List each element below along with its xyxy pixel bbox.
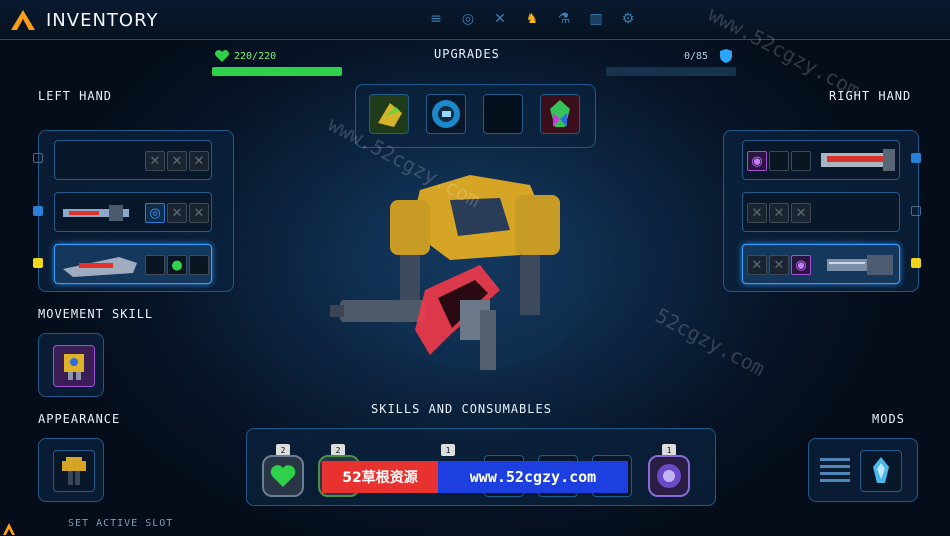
mod-slot-empty <box>769 151 789 171</box>
footer-hint: SET ACTIVE SLOT <box>68 518 174 529</box>
upgrades-label: UPGRADES <box>434 47 500 61</box>
mod-slot-locked-icon: ✕ <box>747 203 767 223</box>
left-weapon-slot-3[interactable]: ● <box>54 244 212 284</box>
right-weapon-slot-1[interactable]: ◉ <box>742 140 900 180</box>
health-value: 220/220 <box>234 51 277 62</box>
database-icon[interactable]: ≡ <box>425 8 447 30</box>
footer-logo-icon <box>3 523 15 535</box>
health-heart-icon <box>215 50 229 62</box>
right-slot-2-indicator[interactable] <box>911 206 921 216</box>
green-drop-mod-icon: ● <box>167 255 187 275</box>
mod-slot-locked-icon: ✕ <box>189 151 209 171</box>
repair-heart-icon <box>270 465 296 487</box>
flask-icon[interactable]: ⚗ <box>553 8 575 30</box>
globe-icon[interactable]: ◎ <box>457 8 479 30</box>
game-logo-icon <box>11 10 35 30</box>
upgrade-slot-3-empty[interactable] <box>483 94 523 134</box>
mod-slot-locked-icon: ✕ <box>747 255 767 275</box>
health-bar-fill <box>212 67 342 76</box>
left-slot-3-indicator[interactable] <box>33 258 43 268</box>
crystal-upgrade-icon <box>550 100 570 127</box>
mod-slot-locked-icon: ✕ <box>791 203 811 223</box>
banner-right-text: www.52cgzy.com <box>438 461 628 493</box>
mech-icon[interactable]: ♞ <box>521 8 543 30</box>
right-slot-1-indicator[interactable] <box>911 153 921 163</box>
left-hand-label: LEFT HAND <box>38 89 113 103</box>
right-slot-3-indicator[interactable] <box>911 258 921 268</box>
right-weapon-slot-3[interactable]: ✕ ✕ ◉ <box>742 244 900 284</box>
movement-skill-slot[interactable] <box>53 345 95 387</box>
shield-icon <box>720 49 732 63</box>
blaster-weapon-icon <box>63 205 129 221</box>
purple-mod-icon: ◉ <box>747 151 767 171</box>
mods-list-icon <box>820 458 850 482</box>
banner-left-text: 52草根资源 <box>322 461 438 493</box>
page-title: INVENTORY <box>46 10 159 31</box>
settings-gear-icon[interactable]: ⚙ <box>617 8 639 30</box>
skill-slot-1[interactable] <box>262 455 304 497</box>
jump-jet-skill-icon <box>64 354 84 380</box>
right-weapon-slot-2[interactable]: ✕ ✕ ✕ <box>742 192 900 232</box>
purple-mod-icon: ◉ <box>791 255 811 275</box>
armor-upgrade-icon <box>378 103 402 127</box>
mod-slot-locked-icon: ✕ <box>189 203 209 223</box>
crossed-weapons-icon[interactable]: ✕ <box>489 8 511 30</box>
mod-slot-locked-icon: ✕ <box>769 203 789 223</box>
minigun-weapon-icon <box>827 255 893 275</box>
appearance-slot[interactable] <box>53 450 95 492</box>
shield-value: 0/85 <box>684 51 709 62</box>
mech-skin-icon <box>62 457 86 485</box>
skill-slot-7[interactable] <box>648 455 690 497</box>
mod-slot-active-icon: ◎ <box>145 203 165 223</box>
left-slot-1-indicator[interactable] <box>33 153 43 163</box>
shield-bar <box>606 67 736 76</box>
stats-icon[interactable]: ▥ <box>585 8 607 30</box>
mod-slot-empty <box>791 151 811 171</box>
skill-count-badge: 1 <box>441 444 455 456</box>
left-slot-2-indicator[interactable] <box>33 206 43 216</box>
upgrade-slot-2[interactable] <box>426 94 466 134</box>
left-weapon-slot-1[interactable]: ✕ ✕ ✕ <box>54 140 212 180</box>
mods-label: MODS <box>872 412 905 426</box>
mod-slot-locked-icon: ✕ <box>769 255 789 275</box>
promo-banner: 52草根资源 www.52cgzy.com <box>322 461 628 493</box>
mod-slot-empty <box>189 255 209 275</box>
mod-slot-locked-icon: ✕ <box>167 203 187 223</box>
health-bar <box>212 67 342 76</box>
saw-blade-weapon-icon <box>63 257 137 277</box>
core-upgrade-icon <box>432 100 460 128</box>
railgun-weapon-icon <box>821 149 895 171</box>
mod-slot-locked-icon: ✕ <box>145 151 165 171</box>
mods-slot[interactable] <box>860 450 902 492</box>
skills-consumables-label: SKILLS AND CONSUMABLES <box>371 402 552 416</box>
mod-slot-locked-icon: ✕ <box>167 151 187 171</box>
upgrade-slot-4[interactable] <box>540 94 580 134</box>
mod-crystal-icon <box>873 457 889 483</box>
upgrade-slot-1[interactable] <box>369 94 409 134</box>
shield-orb-icon <box>657 464 681 488</box>
watermark-text: 52cgzy.com <box>651 303 770 381</box>
movement-skill-label: MOVEMENT SKILL <box>38 307 154 321</box>
mod-slot-empty <box>145 255 165 275</box>
left-weapon-slot-2[interactable]: ◎ ✕ ✕ <box>54 192 212 232</box>
appearance-label: APPEARANCE <box>38 412 121 426</box>
